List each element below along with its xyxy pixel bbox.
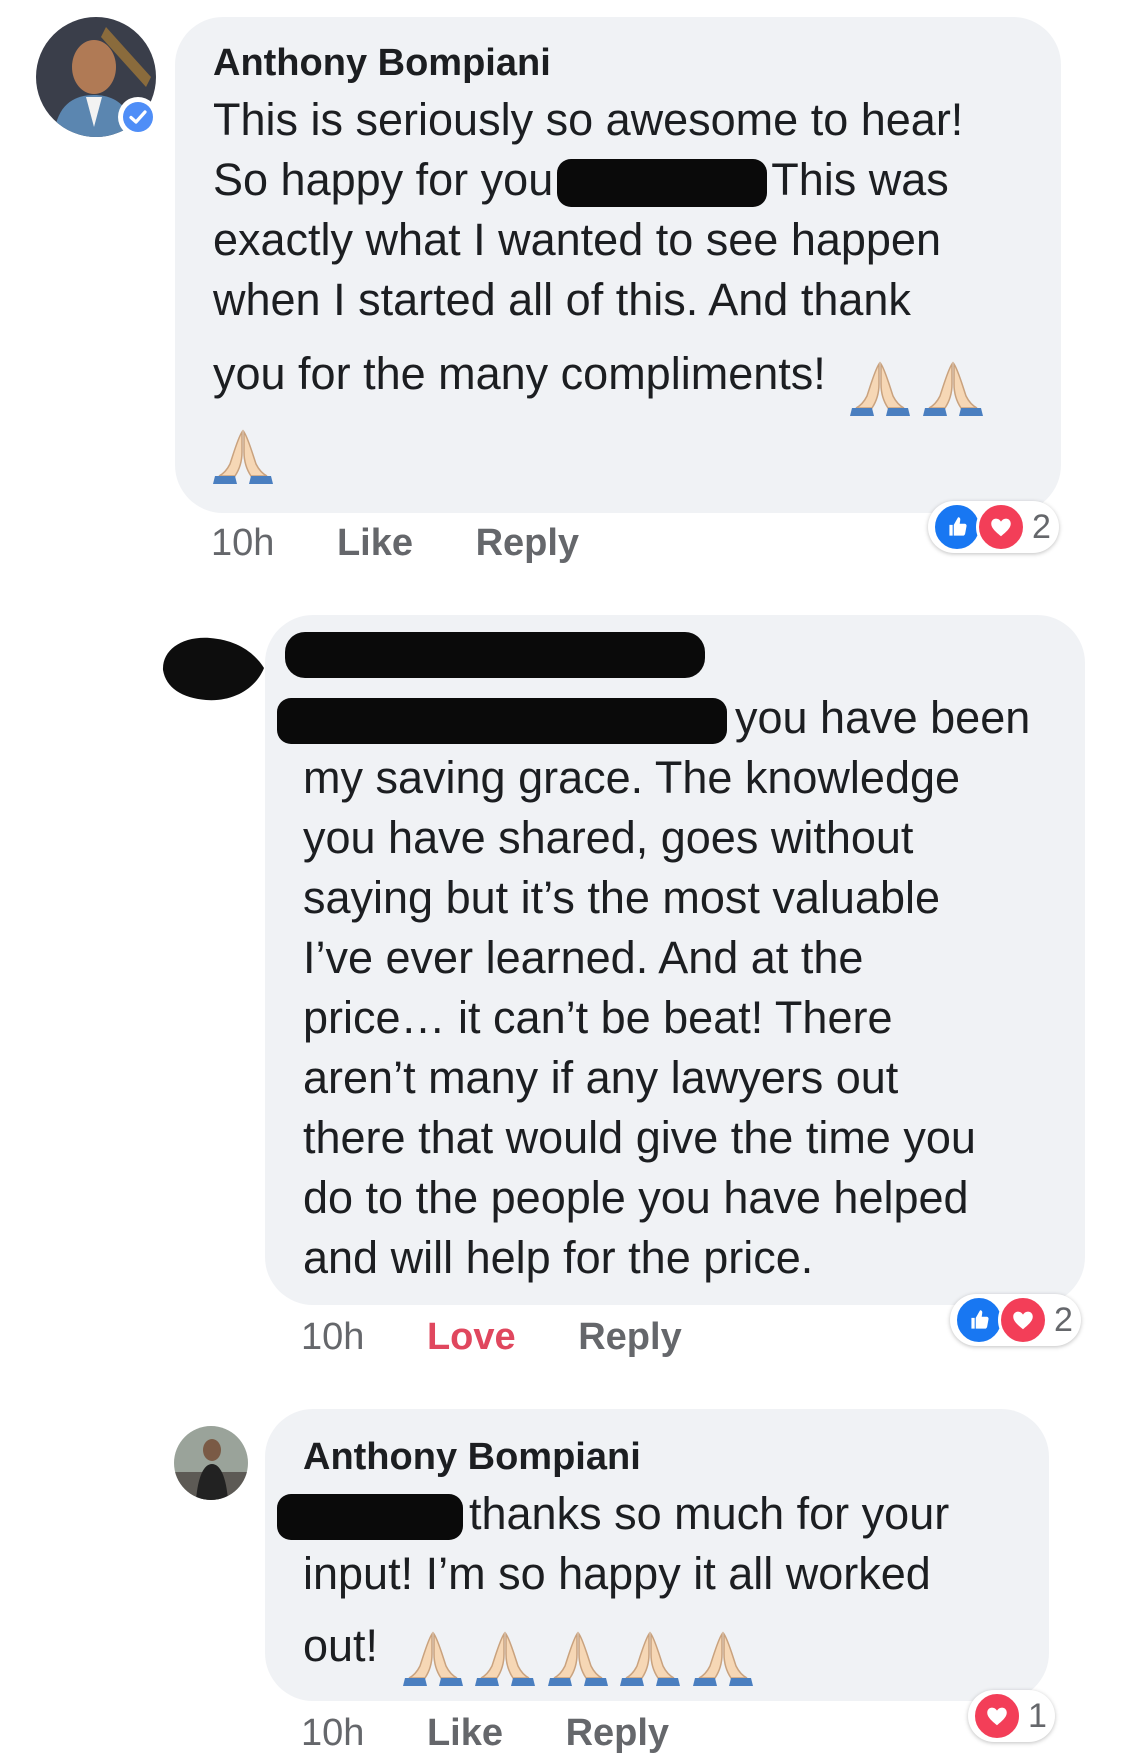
author-name[interactable]: Anthony Bompiani [303, 1436, 641, 1479]
author-name[interactable]: Anthony Bompiani [213, 42, 551, 85]
comment-text: you have been my saving grace. The knowl… [277, 688, 1073, 1288]
timestamp: 10h [211, 522, 275, 564]
love-reaction-icon [998, 1295, 1048, 1345]
folded-hands-icon [850, 358, 910, 418]
comment-actions: 10h Love Reply [301, 1316, 734, 1359]
comment-text: thanks so much for your input! I’m so ha… [277, 1484, 1043, 1688]
verified-badge-icon [118, 97, 158, 137]
love-reaction-icon [976, 502, 1026, 552]
redacted-name [557, 159, 768, 208]
reply-action[interactable]: Reply [578, 1316, 681, 1358]
reaction-count: 2 [1054, 1300, 1073, 1339]
reply-action[interactable]: Reply [566, 1712, 669, 1754]
reaction-count: 1 [1028, 1696, 1047, 1735]
comment-actions: 10h Like Reply [301, 1712, 721, 1755]
folded-hands-icon [213, 426, 273, 486]
redacted-author-name [285, 632, 705, 678]
like-action[interactable]: Like [337, 522, 413, 564]
reply-action[interactable]: Reply [476, 522, 579, 564]
profile-photo [174, 1426, 248, 1500]
folded-hands-icon [548, 1628, 608, 1688]
timestamp: 10h [301, 1316, 365, 1358]
folded-hands-icon [620, 1628, 680, 1688]
like-action[interactable]: Like [427, 1712, 503, 1754]
folded-hands-icon [403, 1628, 463, 1688]
reaction-count: 2 [1032, 507, 1051, 546]
like-reaction-icon [932, 502, 982, 552]
folded-hands-icon [923, 358, 983, 418]
comment-actions: 10h Like Reply [211, 522, 631, 565]
comment-text: This is seriously so awesome to hear! So… [213, 90, 1053, 498]
avatar[interactable] [174, 1426, 248, 1500]
love-reaction-icon [972, 1691, 1022, 1741]
folded-hands-icon [475, 1628, 535, 1688]
redacted-mention [277, 1494, 463, 1541]
folded-hands-icon [693, 1628, 753, 1688]
love-action[interactable]: Love [427, 1316, 516, 1358]
reactions-summary[interactable]: 2 [928, 501, 1059, 553]
timestamp: 10h [301, 1712, 365, 1754]
reactions-summary[interactable]: 2 [950, 1294, 1081, 1346]
reactions-summary[interactable]: 1 [968, 1690, 1055, 1742]
like-reaction-icon [954, 1295, 1004, 1345]
redacted-mention [277, 698, 727, 745]
redacted-avatar [162, 637, 264, 701]
avatar[interactable] [158, 628, 268, 708]
